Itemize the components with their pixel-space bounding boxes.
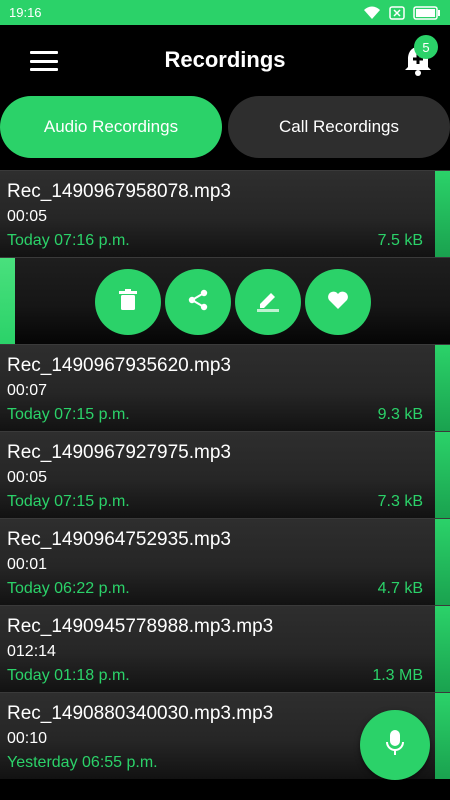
tab-call-recordings[interactable]: Call Recordings [228, 96, 450, 158]
wifi-icon [363, 6, 381, 20]
item-accent-bar [435, 519, 450, 605]
recording-duration: 00:10 [7, 730, 48, 747]
item-accent-bar [435, 693, 450, 779]
recording-duration: 00:05 [7, 208, 48, 225]
favorite-icon [327, 290, 349, 315]
item-actions-row [0, 257, 450, 344]
recording-date: Today 07:16 p.m. [7, 232, 130, 249]
item-accent-bar [435, 432, 450, 518]
recording-duration: 012:14 [7, 643, 56, 660]
recording-size: 9.3 kB [377, 406, 423, 423]
recording-date: Yesterday 06:55 p.m. [7, 754, 158, 771]
recording-name: Rec_1490967935620.mp3 [7, 355, 231, 376]
delete-button[interactable] [95, 269, 161, 335]
microphone-icon [385, 729, 405, 762]
share-icon [187, 289, 209, 316]
recording-date: Today 07:15 p.m. [7, 493, 130, 510]
recording-name: Rec_1490964752935.mp3 [7, 529, 231, 550]
recording-date: Today 01:18 p.m. [7, 667, 130, 684]
list-item[interactable]: Rec_1490967927975.mp3 00:05 Today 07:15 … [0, 431, 450, 518]
actions-accent-bar [0, 258, 15, 344]
battery-icon [413, 5, 441, 20]
recording-size: 7.3 kB [377, 493, 423, 510]
recording-duration: 00:01 [7, 556, 48, 573]
recording-name: Rec_1490967927975.mp3 [7, 442, 231, 463]
recordings-list: Rec_1490967958078.mp3 00:05 Today 07:16 … [0, 170, 450, 779]
edit-icon [256, 288, 280, 317]
item-accent-bar [435, 345, 450, 431]
item-accent-bar [435, 606, 450, 692]
list-item[interactable]: Rec_1490945778988.mp3.mp3 012:14 Today 0… [0, 605, 450, 692]
recording-name: Rec_1490945778988.mp3.mp3 [7, 616, 274, 637]
recording-size: 4.7 kB [377, 580, 423, 597]
recording-name: Rec_1490880340030.mp3.mp3 [7, 703, 274, 724]
page-title: Recordings [164, 47, 286, 72]
record-fab-button[interactable] [360, 710, 430, 780]
status-bar: 19:16 [0, 0, 450, 25]
status-icons [363, 5, 441, 20]
list-item[interactable]: Rec_1490967935620.mp3 00:07 Today 07:15 … [0, 344, 450, 431]
recording-name: Rec_1490967958078.mp3 [7, 181, 231, 202]
recording-date: Today 06:22 p.m. [7, 580, 130, 597]
list-item[interactable]: Rec_1490964752935.mp3 00:01 Today 06:22 … [0, 518, 450, 605]
status-time: 19:16 [9, 5, 42, 20]
notification-badge: 5 [414, 35, 438, 59]
tab-bar: Audio Recordings Call Recordings [0, 96, 450, 158]
tab-audio-recordings[interactable]: Audio Recordings [0, 96, 222, 158]
recording-duration: 00:07 [7, 382, 48, 399]
item-accent-bar [435, 171, 450, 257]
favorite-button[interactable] [305, 269, 371, 335]
sim-off-icon [389, 5, 405, 20]
edit-button[interactable] [235, 269, 301, 335]
delete-icon [118, 288, 138, 316]
recording-duration: 00:05 [7, 469, 48, 486]
recording-date: Today 07:15 p.m. [7, 406, 130, 423]
recording-size: 1.3 MB [372, 667, 423, 684]
recording-size: 7.5 kB [377, 232, 423, 249]
list-item[interactable]: Rec_1490967958078.mp3 00:05 Today 07:16 … [0, 170, 450, 257]
app-bar: Recordings 5 [0, 25, 450, 97]
share-button[interactable] [165, 269, 231, 335]
